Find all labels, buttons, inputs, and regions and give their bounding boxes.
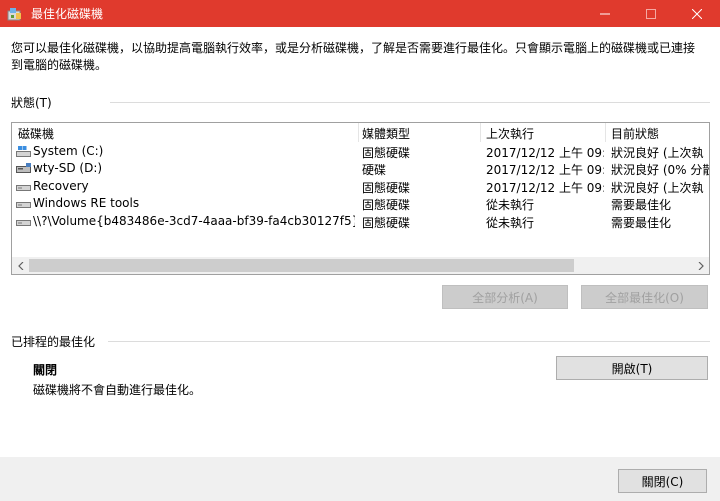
close-icon [692,8,702,19]
hard-drive-icon [16,163,31,173]
drive-row[interactable]: Windows RE tools 固態硬碟 從未執行 需要最佳化 [12,195,709,212]
drive-icon [16,185,31,191]
drive-icon [16,220,31,226]
drive-row[interactable]: wty-SD (D:) 硬碟 2017/12/12 上午 09:... 狀況良好… [12,160,709,177]
drive-row[interactable]: Recovery 固態硬碟 2017/12/12 上午 09:... 狀況良好 … [12,178,709,195]
last-run: 從未執行 [486,198,535,212]
defrag-app-icon [7,8,21,21]
drive-icon [16,202,31,208]
optimize-all-button[interactable]: 全部最佳化(O) [581,285,708,309]
description-text: 您可以最佳化磁碟機，以協助提高電腦執行效率，或是分析磁碟機，了解是否需要進行最佳… [11,41,696,72]
column-divider[interactable] [605,123,606,142]
minimize-icon [600,13,610,14]
column-header-last-run[interactable]: 上次執行 [486,125,534,142]
footer-bar: 關閉(C) [0,457,720,501]
schedule-state: 關閉 [33,363,58,377]
drive-name: System (C:) [33,144,104,158]
last-run: 2017/12/12 上午 09:... [486,181,604,195]
drive-row[interactable]: System (C:) 固態硬碟 2017/12/12 上午 09:... 狀況… [12,143,709,160]
maximize-icon [646,8,656,19]
scroll-left-button[interactable] [12,257,29,274]
schedule-info: 磁碟機將不會自動進行最佳化。 [33,383,202,397]
scroll-right-button[interactable] [692,257,709,274]
scrollbar-thumb[interactable] [29,259,574,272]
close-button[interactable]: 關閉(C) [618,469,707,493]
title-bar: 最佳化磁碟機 [0,0,720,27]
analyze-all-button[interactable]: 全部分析(A) [442,285,568,309]
drive-list[interactable]: 磁碟機 媒體類型 上次執行 目前狀態 System (C:) 固態硬碟 2017… [11,122,710,275]
scheduled-optimization-label: 已排程的最佳化 [11,335,96,349]
column-header-media-type[interactable]: 媒體類型 [362,125,410,142]
drive-list-header: 磁碟機 媒體類型 上次執行 目前狀態 [12,123,709,142]
status-divider [110,102,710,103]
column-header-current-status[interactable]: 目前狀態 [611,125,659,142]
chevron-left-icon [17,261,23,270]
current-status: 狀況良好 (上次執 [611,181,704,195]
window-title: 最佳化磁碟機 [31,7,104,21]
column-divider[interactable] [480,123,481,142]
last-run: 2017/12/12 上午 09:... [486,146,604,160]
scheduled-divider [108,341,710,342]
current-status: 需要最佳化 [611,216,672,230]
close-window-button[interactable] [674,0,720,27]
media-type: 固態硬碟 [362,198,411,212]
drive-name: Windows RE tools [33,196,140,210]
horizontal-scrollbar[interactable] [12,257,709,274]
drive-row[interactable]: \\?\Volume{b483486e-3cd7-4aaa-bf39-fa4cb… [12,213,709,230]
current-status: 需要最佳化 [611,198,672,212]
turn-on-button[interactable]: 開啟(T) [556,356,708,380]
maximize-button[interactable] [628,0,674,27]
drive-name: \\?\Volume{b483486e-3cd7-4aaa-bf39-fa4cb… [33,214,355,228]
system-drive-icon [16,146,31,157]
media-type: 固態硬碟 [362,181,411,195]
column-divider[interactable] [358,123,359,142]
media-type: 硬碟 [362,163,387,177]
column-header-drive[interactable]: 磁碟機 [18,125,54,142]
media-type: 固態硬碟 [362,216,411,230]
drive-name: wty-SD (D:) [33,161,103,175]
current-status: 狀況良好 (上次執 [611,146,704,160]
last-run: 從未執行 [486,216,535,230]
drive-name: Recovery [33,179,89,193]
media-type: 固態硬碟 [362,146,411,160]
chevron-right-icon [698,261,704,270]
minimize-button[interactable] [582,0,628,27]
status-label: 狀態(T) [11,96,52,110]
current-status: 狀況良好 (0% 分散 [611,163,710,177]
last-run: 2017/12/12 上午 09:... [486,163,604,177]
